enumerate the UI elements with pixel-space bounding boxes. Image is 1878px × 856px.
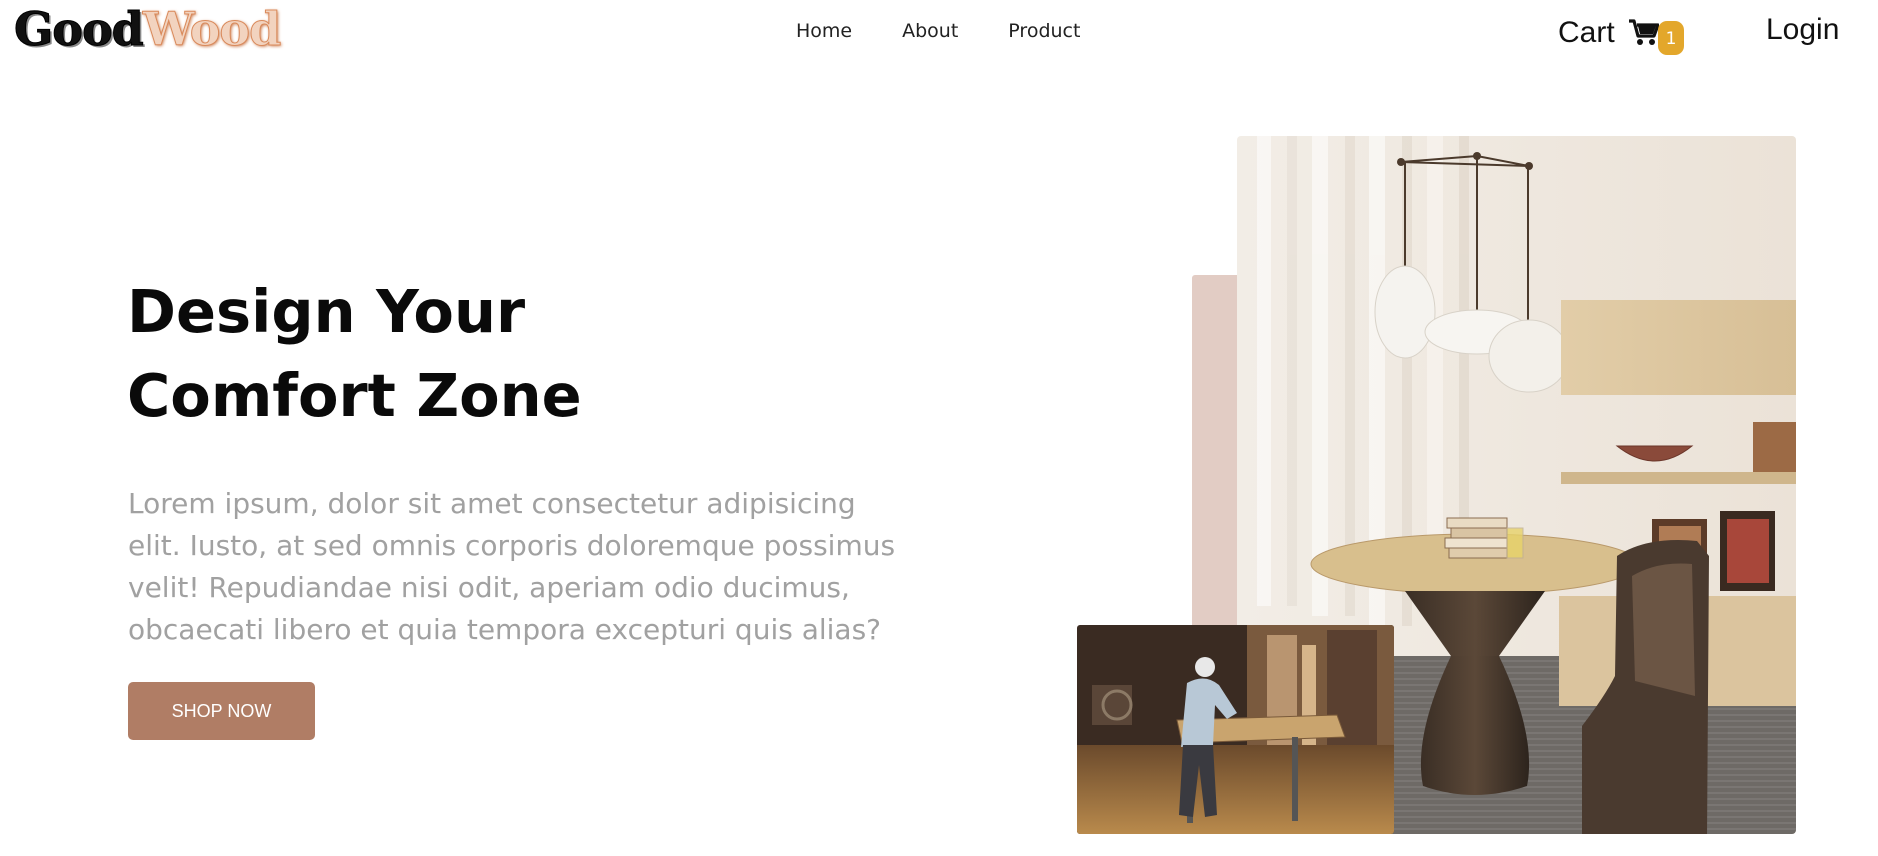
brand-logo[interactable]: GoodWood [14, 2, 282, 56]
logo-text-good: Good [14, 2, 145, 56]
nav-home-link[interactable]: Home [796, 20, 852, 42]
woodworker-image [1077, 625, 1394, 834]
cart-button[interactable]: Cart 1 [1558, 13, 1684, 55]
cart-count-badge: 1 [1658, 21, 1684, 55]
nav-product-link[interactable]: Product [1008, 20, 1080, 42]
login-link[interactable]: Login [1766, 13, 1839, 47]
main-nav: Home About Product [796, 20, 1080, 42]
cart-icon [1628, 19, 1659, 45]
hero-title: Design Your Comfort Zone [127, 277, 582, 430]
nav-about-link[interactable]: About [902, 20, 958, 42]
hero-description: Lorem ipsum, dolor sit amet consectetur … [128, 487, 896, 646]
cart-label: Cart [1558, 16, 1615, 49]
shop-now-button[interactable]: SHOP NOW [128, 682, 315, 740]
logo-text-wood: Wood [142, 2, 281, 56]
